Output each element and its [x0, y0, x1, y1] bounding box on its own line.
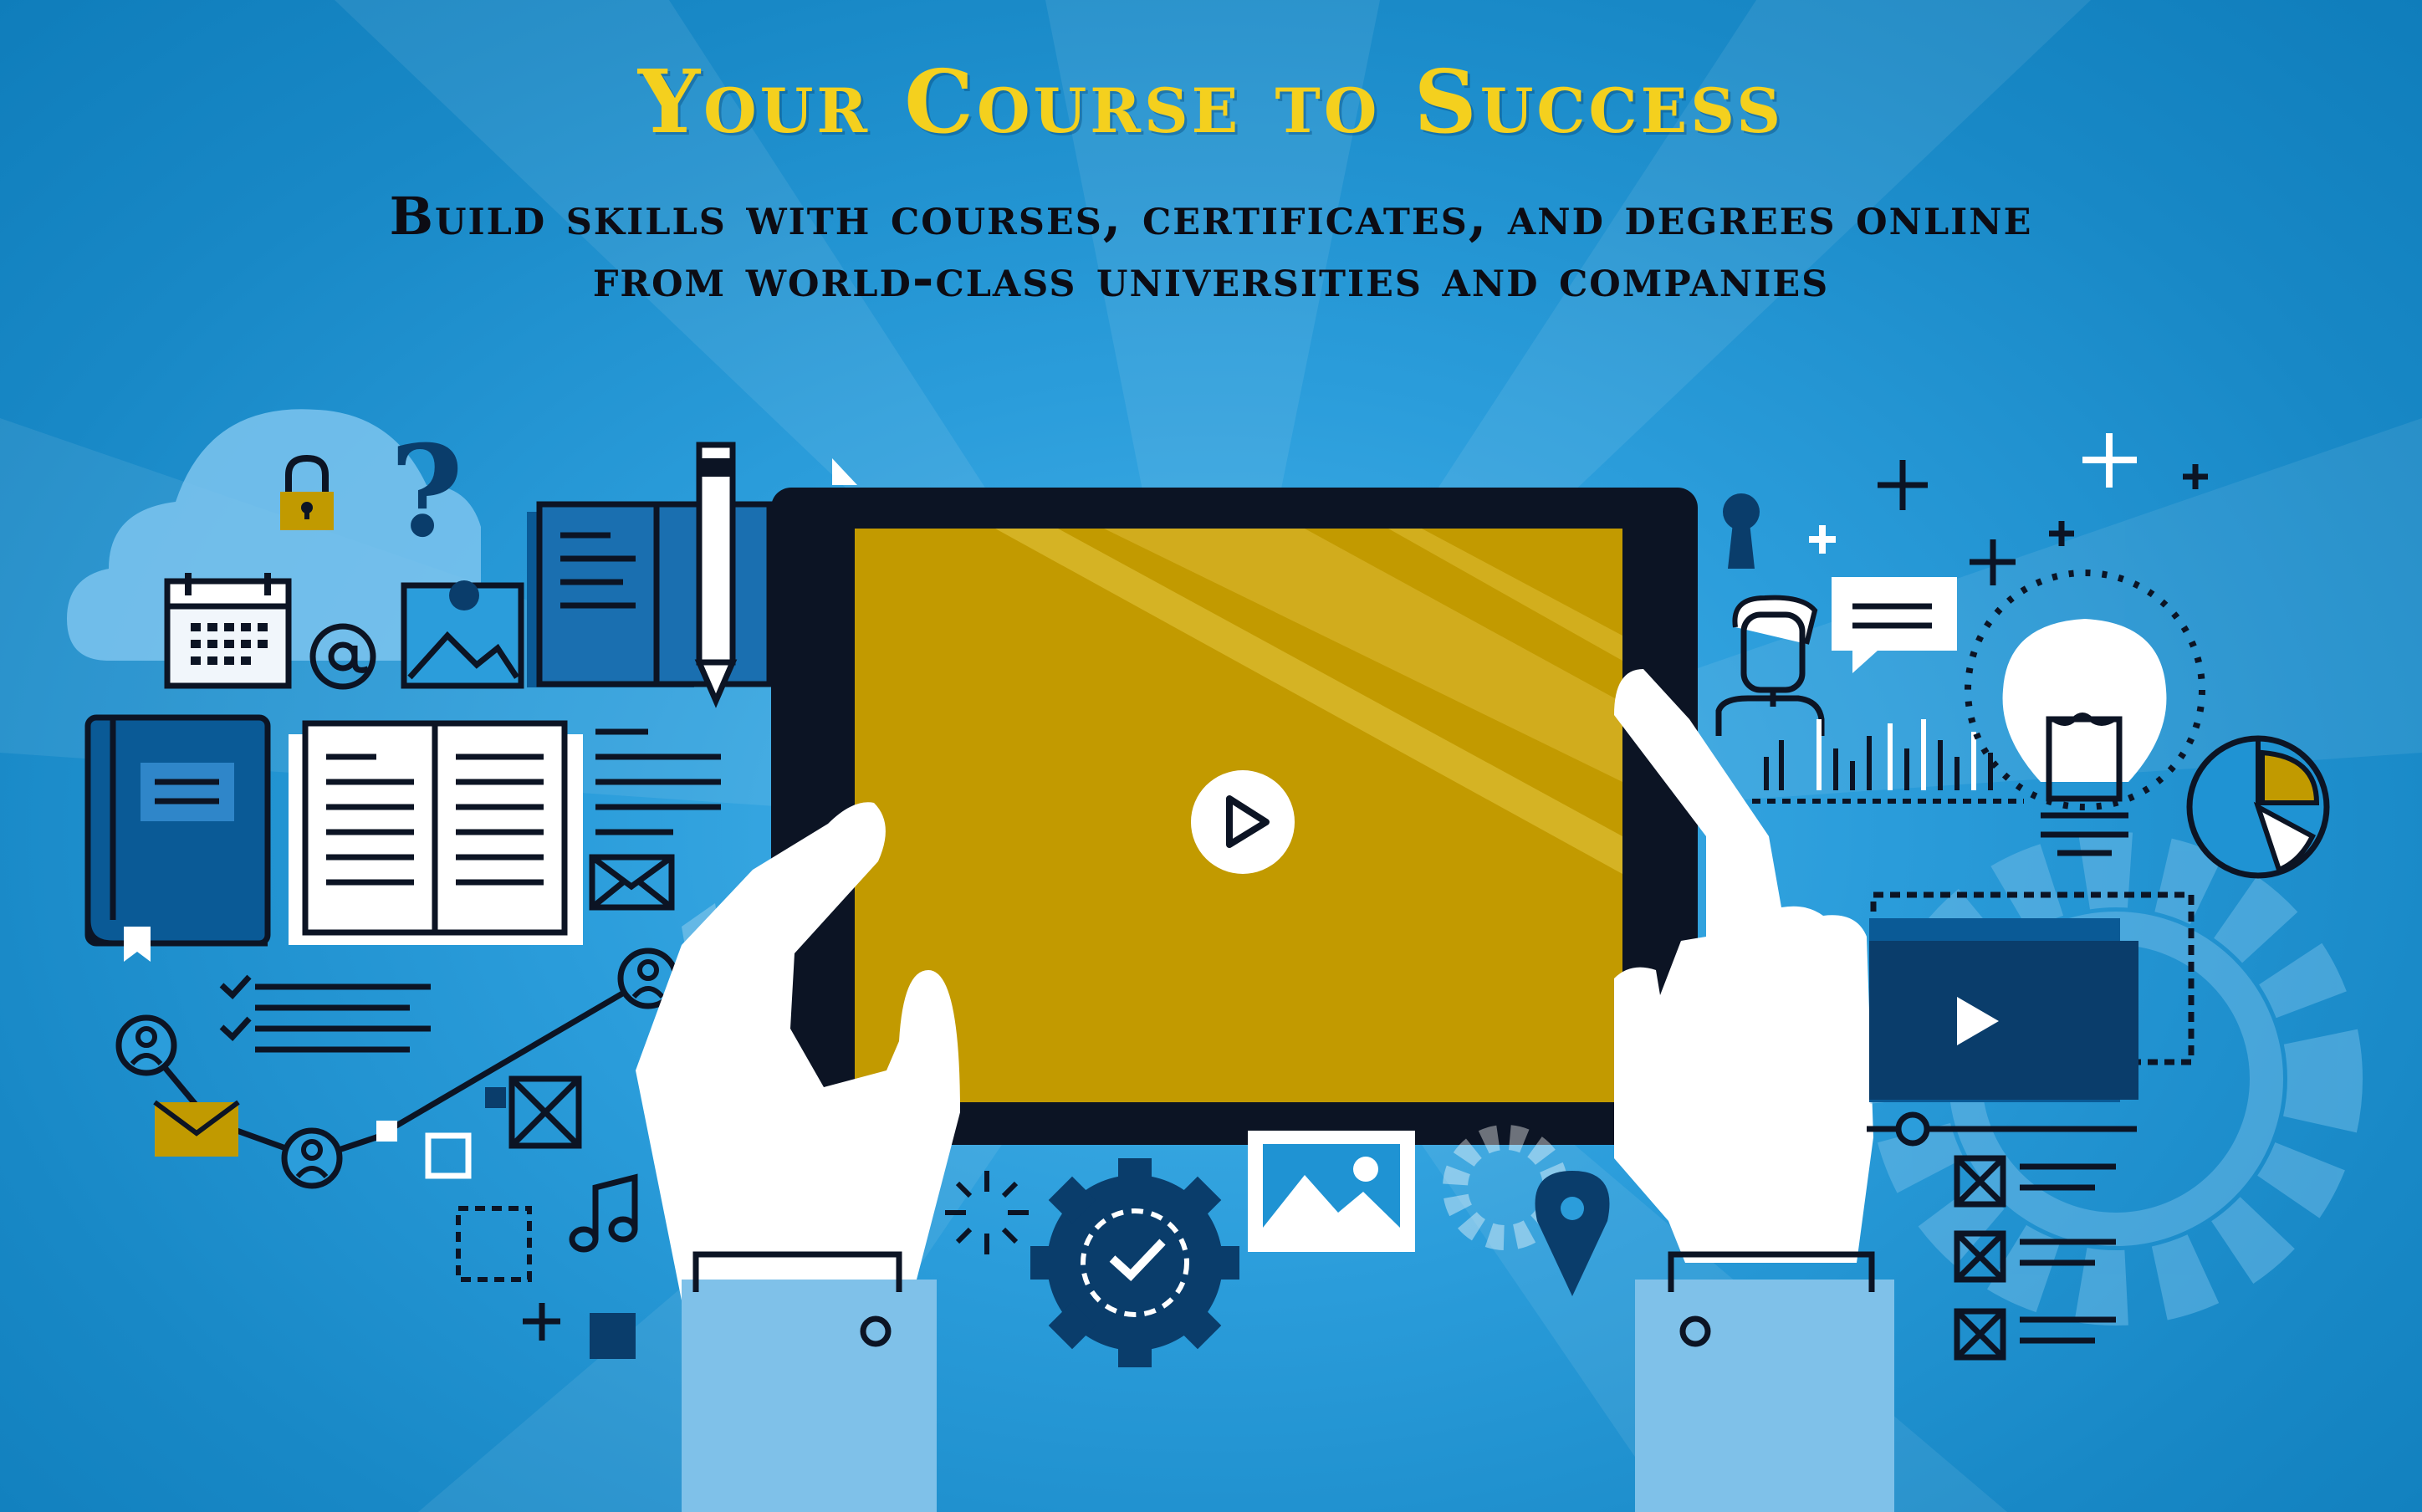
play-icon[interactable] — [1191, 770, 1295, 874]
checklist-icon — [219, 974, 431, 1053]
page-title: Your Course to Success — [637, 50, 1785, 153]
photo-icon — [1248, 1131, 1415, 1252]
music-note-icon — [569, 1173, 638, 1253]
question-mark-icon: ? — [390, 418, 463, 565]
book-icon — [84, 714, 271, 962]
envelope-icon — [589, 854, 675, 911]
open-book-icon — [289, 720, 583, 945]
image-icon — [401, 580, 524, 689]
svg-text:?: ? — [390, 418, 463, 565]
subtitle-line-1: Build skills with courses, certificates,… — [389, 186, 2033, 247]
gear-icon — [1030, 1158, 1239, 1367]
subtitle-line-2: from world-class universities and compan… — [592, 248, 1830, 309]
pie-chart-icon — [2186, 735, 2330, 879]
pen-icon — [694, 442, 738, 708]
keyhole-icon — [1723, 493, 1760, 569]
calendar-icon — [164, 573, 292, 689]
plus-icon — [523, 1303, 560, 1341]
sparkle-icon — [945, 1171, 1029, 1254]
hero-banner: ? Your Course to Success Build skills wi… — [0, 0, 2422, 1512]
checkbox-icon — [425, 1075, 636, 1359]
